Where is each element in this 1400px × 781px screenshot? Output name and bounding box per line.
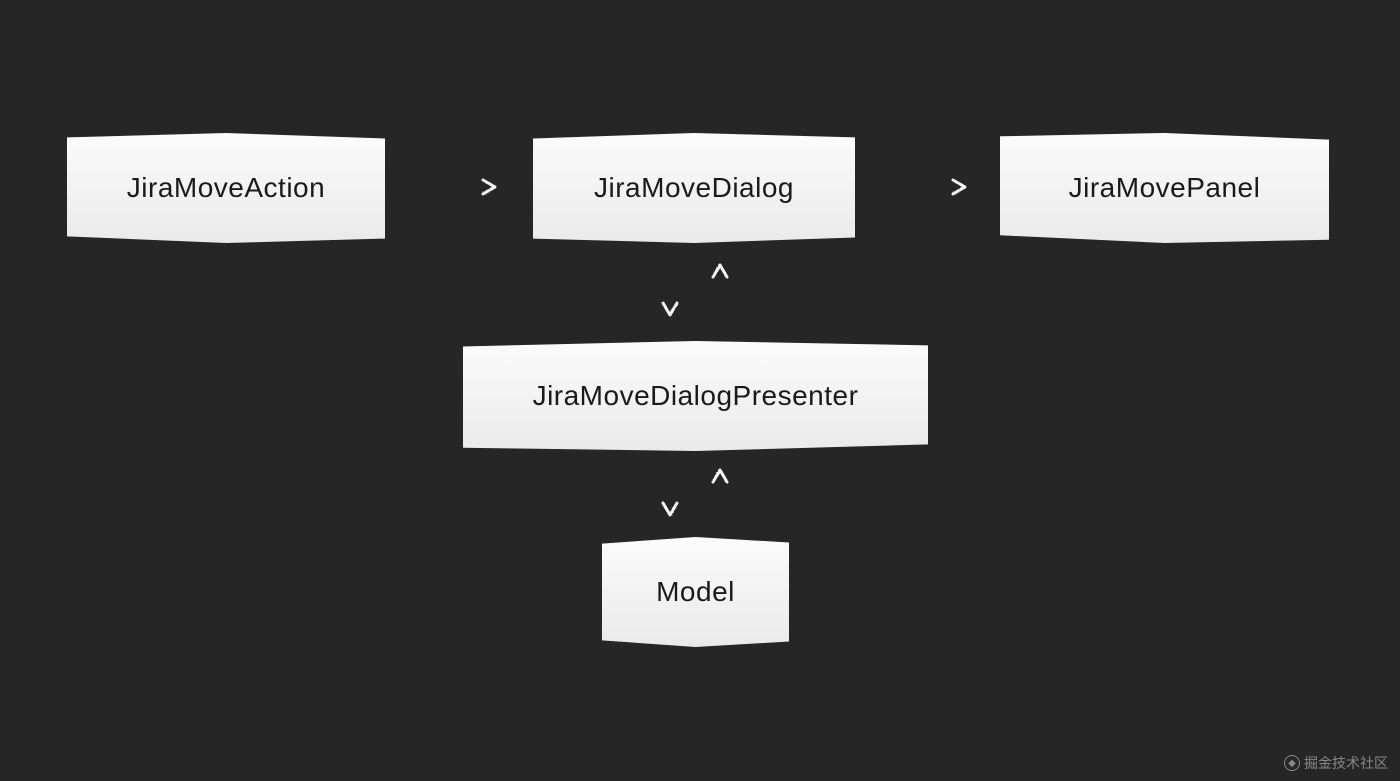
node-label: JiraMoveDialog [594, 172, 794, 204]
node-jira-move-panel: JiraMovePanel [1000, 133, 1329, 243]
node-jira-move-dialog-presenter: JiraMoveDialogPresenter [463, 341, 928, 451]
node-jira-move-action: JiraMoveAction [67, 133, 385, 243]
node-label: JiraMovePanel [1069, 172, 1261, 204]
node-label: JiraMoveDialogPresenter [533, 380, 859, 412]
node-label: JiraMoveAction [127, 172, 325, 204]
arrow-dialog-presenter-bidirectional [640, 255, 750, 335]
arrow-action-to-dialog [395, 172, 525, 202]
arrow-dialog-to-panel [865, 172, 995, 202]
watermark-text: 掘金技术社区 [1304, 753, 1388, 773]
node-label: Model [656, 576, 735, 608]
node-jira-move-dialog: JiraMoveDialog [533, 133, 855, 243]
watermark: ◆ 掘金技术社区 [1284, 753, 1388, 773]
arrow-presenter-model-bidirectional [640, 460, 750, 530]
watermark-icon: ◆ [1284, 755, 1300, 771]
diagram-container: JiraMoveAction JiraMoveDialog JiraMovePa… [0, 0, 1400, 781]
node-model: Model [602, 537, 789, 647]
